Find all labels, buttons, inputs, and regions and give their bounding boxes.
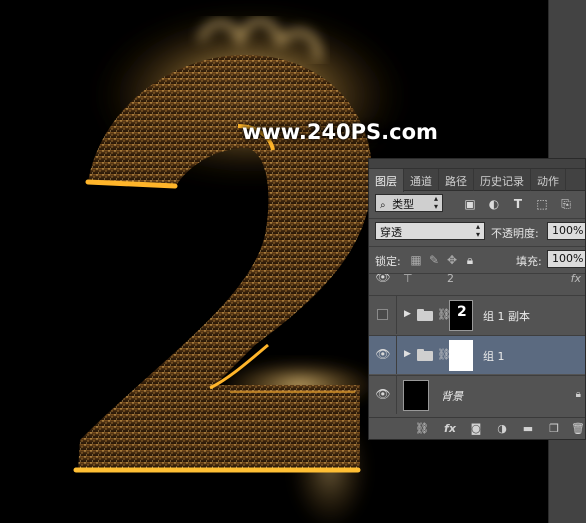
- blend-mode-value: 穿透: [380, 226, 402, 239]
- layer-bracket-icon: ⊤: [403, 273, 413, 285]
- lock-icon: 🔒︎: [575, 389, 581, 400]
- search-icon: ⌕: [380, 200, 386, 211]
- eye-icon[interactable]: 👁︎: [375, 274, 391, 286]
- fill-label: 填充:: [516, 255, 542, 268]
- layer-filter-row: ⌕ 类型 ▴ ▾ ▣ ◐ T ⬚ ⎘: [369, 193, 585, 217]
- divider: [369, 218, 585, 219]
- adjustment-layer-icon[interactable]: ◑: [495, 422, 509, 436]
- divider: [396, 376, 397, 414]
- layers-panel-footer: ⛓︎ fx ◙ ◑ ▬ ❐ 🗑︎: [369, 417, 585, 439]
- tab-layers[interactable]: 图层: [369, 169, 404, 192]
- filter-kind-select[interactable]: ⌕ 类型 ▴ ▾: [375, 194, 443, 212]
- tab-actions[interactable]: 动作: [531, 169, 566, 191]
- layer-row-group-1[interactable]: 👁︎ ▶ ⛓︎ 组 1: [369, 335, 585, 374]
- opacity-input[interactable]: 100%: [547, 222, 585, 240]
- delete-icon[interactable]: 🗑︎: [571, 422, 585, 436]
- lock-all-icon[interactable]: 🔒︎: [463, 253, 477, 267]
- link-layers-icon[interactable]: ⛓︎: [415, 422, 429, 436]
- text-filter-icon[interactable]: T: [511, 197, 525, 211]
- divider: [369, 246, 585, 247]
- panel-tabs: 图层 通道 路径 历史记录 动作: [369, 169, 585, 192]
- smart-object-filter-icon[interactable]: ⎘: [559, 197, 573, 211]
- shape-filter-icon[interactable]: ⬚: [535, 197, 549, 211]
- layer-row-background[interactable]: 👁︎ 背景 🔒︎: [369, 375, 585, 414]
- watermark-text: www.240PS.com: [242, 120, 438, 144]
- divider: [396, 296, 397, 334]
- fx-badge: fx: [570, 273, 581, 285]
- mask-2-glyph: 2: [457, 304, 467, 320]
- layer-name[interactable]: 背景: [441, 388, 463, 404]
- lock-fill-row: 锁定: ▦ ✎ ✥ 🔒︎ 填充: 100%: [369, 249, 585, 273]
- layer-mask-thumbnail[interactable]: [449, 340, 473, 371]
- layer-name[interactable]: 组 1 副本: [483, 308, 530, 324]
- fx-icon[interactable]: fx: [441, 422, 459, 436]
- visibility-toggle-off[interactable]: [377, 309, 388, 320]
- layer-number: 2: [447, 273, 454, 285]
- tab-channels[interactable]: 通道: [404, 169, 439, 191]
- expand-triangle-icon[interactable]: ▶: [404, 349, 411, 359]
- folder-icon: [417, 349, 433, 361]
- filter-kind-label: 类型: [392, 198, 415, 211]
- chevron-updown-icon: ▴ ▾: [475, 222, 480, 239]
- eye-icon[interactable]: 👁︎: [375, 347, 391, 363]
- expand-triangle-icon[interactable]: ▶: [404, 309, 411, 319]
- panel-grip[interactable]: [369, 159, 585, 169]
- divider: [396, 336, 397, 374]
- lock-transparent-icon[interactable]: ▦: [409, 253, 423, 267]
- new-layer-icon[interactable]: ❐: [547, 422, 561, 436]
- chevron-updown-icon: ▴ ▾: [433, 194, 438, 211]
- blend-opacity-row: 穿透 ▴ ▾ 不透明度: 100%: [369, 221, 585, 245]
- tab-paths[interactable]: 路径: [439, 169, 474, 191]
- fill-input[interactable]: 100%: [547, 250, 585, 268]
- image-filter-icon[interactable]: ▣: [463, 197, 477, 211]
- new-group-icon[interactable]: ▬: [521, 422, 535, 436]
- opacity-label: 不透明度:: [491, 227, 539, 240]
- lock-label: 锁定:: [375, 255, 401, 268]
- layer-row-partial[interactable]: 👁︎ ⊤ 2 fx: [369, 273, 585, 293]
- lock-paint-icon[interactable]: ✎: [427, 253, 441, 267]
- layer-row-group-1-copy[interactable]: ▶ ⛓︎ 2 组 1 副本: [369, 295, 585, 334]
- lock-move-icon[interactable]: ✥: [445, 253, 459, 267]
- layer-name[interactable]: 组 1: [483, 348, 505, 364]
- tab-history[interactable]: 历史记录: [474, 169, 531, 191]
- add-mask-icon[interactable]: ◙: [469, 422, 483, 436]
- layer-thumbnail[interactable]: [403, 380, 429, 411]
- layers-panel[interactable]: 图层 通道 路径 历史记录 动作 ⌕ 类型 ▴ ▾ ▣ ◐ T ⬚ ⎘ 穿透 ▴ ▾…: [368, 158, 586, 440]
- blend-mode-select[interactable]: 穿透 ▴ ▾: [375, 222, 485, 240]
- folder-icon: [417, 309, 433, 321]
- eye-icon[interactable]: 👁︎: [375, 387, 391, 403]
- layer-mask-thumbnail[interactable]: 2: [449, 300, 473, 331]
- adjustment-filter-icon[interactable]: ◐: [487, 197, 501, 211]
